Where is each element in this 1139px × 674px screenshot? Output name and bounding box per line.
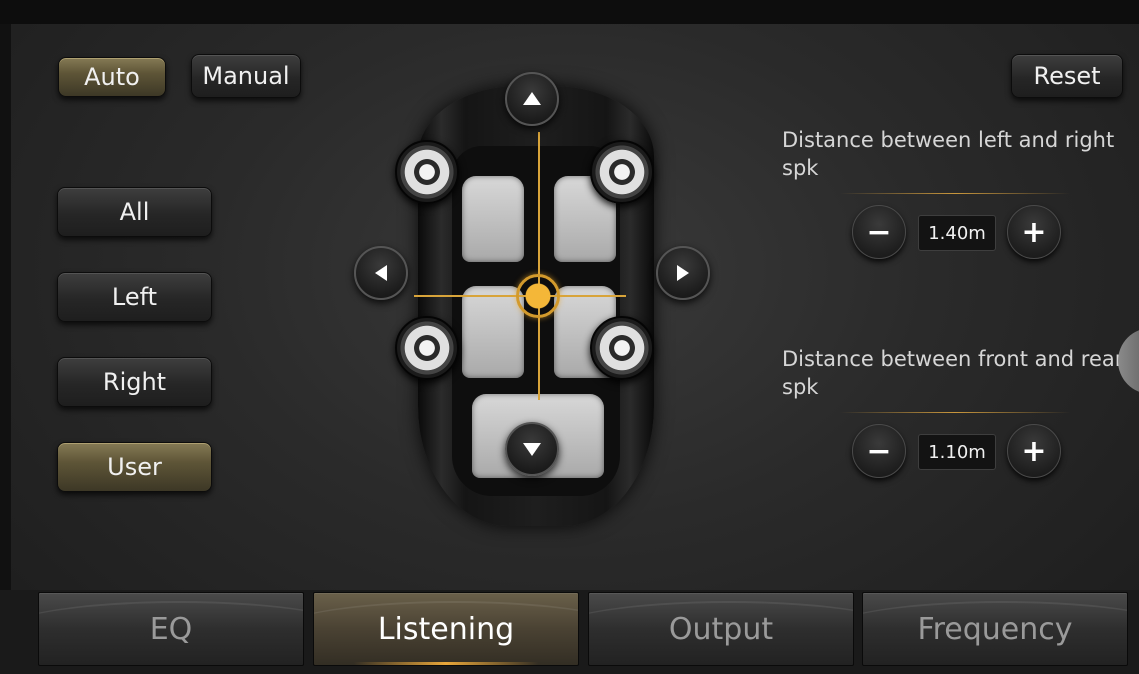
manual-button[interactable]: Manual (191, 54, 301, 98)
speaker-icon (590, 140, 654, 204)
arrow-down-icon (523, 443, 541, 456)
tab-listening[interactable]: Listening (313, 592, 579, 666)
arrow-right-icon (677, 265, 689, 281)
divider (840, 193, 1070, 194)
tab-eq[interactable]: EQ (38, 592, 304, 666)
lr-decrease-button[interactable]: − (852, 205, 906, 259)
tab-frequency[interactable]: Frequency (862, 592, 1128, 666)
lr-distance-value: 1.40m (918, 215, 996, 251)
auto-button[interactable]: Auto (58, 57, 166, 97)
lr-increase-button[interactable]: + (1007, 205, 1061, 259)
left-edge (0, 24, 11, 674)
arrow-left-icon (375, 265, 387, 281)
seat-front-left (462, 176, 524, 262)
crosshair-vertical (538, 132, 540, 400)
tab-frequency-label: Frequency (917, 611, 1073, 647)
tab-output-label: Output (668, 611, 774, 647)
speaker-icon (590, 316, 654, 380)
tab-eq-label: EQ (149, 611, 193, 647)
move-up-button[interactable] (505, 72, 559, 126)
preset-left-button[interactable]: Left (57, 272, 212, 322)
preset-right-button[interactable]: Right (57, 357, 212, 407)
fr-decrease-button[interactable]: − (852, 424, 906, 478)
preset-user-button[interactable]: User (57, 442, 212, 492)
speaker-icon (395, 316, 459, 380)
fr-increase-button[interactable]: + (1007, 424, 1061, 478)
seat-middle-left (462, 286, 524, 378)
tab-listening-label: Listening (377, 611, 515, 647)
fr-distance-label: Distance between front and rear spk (782, 347, 1124, 399)
fr-distance-value: 1.10m (918, 434, 996, 470)
move-down-button[interactable] (505, 422, 559, 476)
move-left-button[interactable] (354, 246, 408, 300)
preset-all-button[interactable]: All (57, 187, 212, 237)
status-bar (0, 0, 1139, 24)
arrow-up-icon (523, 92, 541, 105)
audio-settings-screen: Auto Manual Reset All Left Right User Di… (0, 0, 1139, 674)
lr-distance-label: Distance between left and right spk (782, 128, 1115, 180)
divider (840, 412, 1070, 413)
tab-output[interactable]: Output (588, 592, 854, 666)
move-right-button[interactable] (656, 246, 710, 300)
reset-button[interactable]: Reset (1011, 54, 1123, 98)
listening-position-icon[interactable] (516, 274, 560, 318)
speaker-icon (395, 140, 459, 204)
